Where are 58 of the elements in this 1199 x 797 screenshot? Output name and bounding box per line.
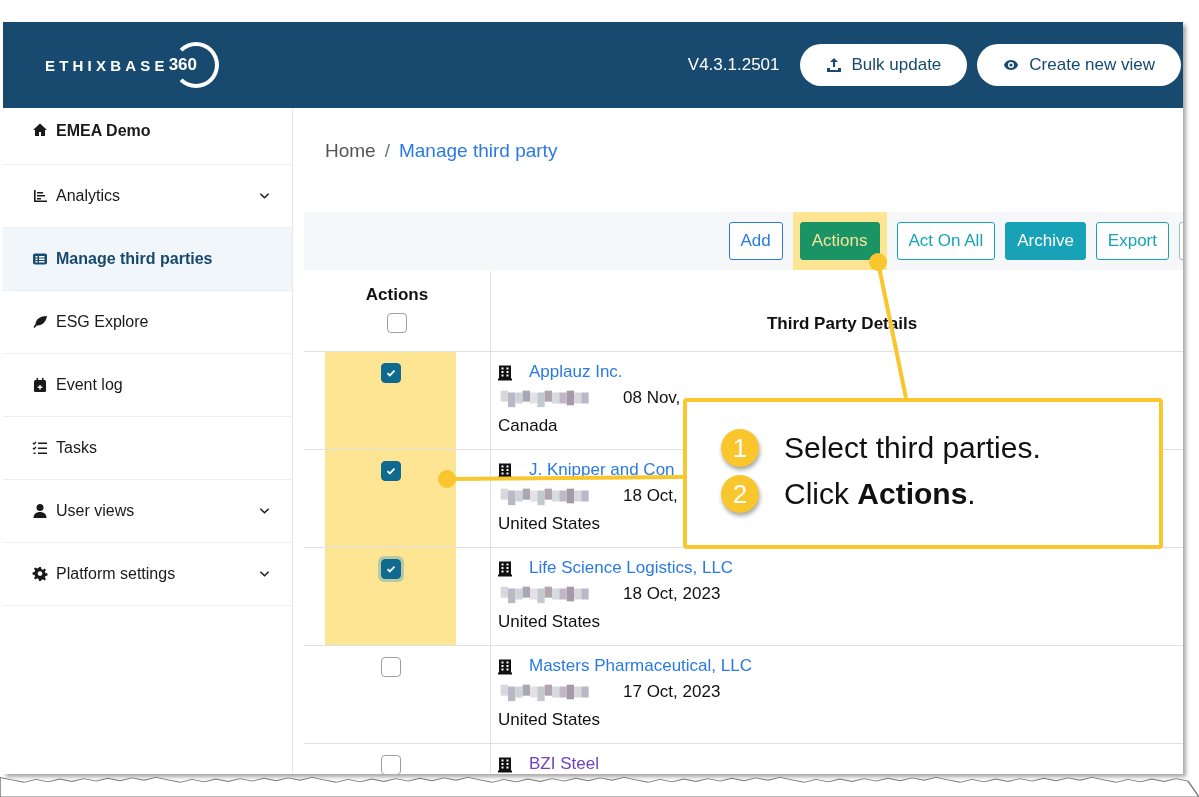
header-button[interactable]: Create new view: [977, 44, 1181, 86]
checklist-icon: [32, 440, 48, 456]
step-text: Select third parties.: [784, 431, 1041, 465]
breadcrumb-separator: /: [384, 140, 390, 162]
third-party-link[interactable]: J. Knipper and Con: [529, 460, 675, 480]
eye-icon: [1003, 57, 1020, 73]
calendar-icon: [32, 377, 48, 393]
breadcrumb-link[interactable]: Home: [325, 140, 376, 162]
chevron-icon: [259, 507, 270, 515]
step-text: Click Actions.: [784, 477, 976, 511]
leaf-icon: [32, 314, 48, 330]
header-button[interactable]: Bulk update: [799, 44, 968, 86]
country-text: Canada: [498, 415, 559, 437]
date-text: 18 Oct,: [623, 486, 678, 506]
chevron-icon: [259, 192, 270, 200]
sidebar-item[interactable]: Event log: [3, 354, 292, 417]
sidebar-item[interactable]: Tasks: [3, 417, 292, 480]
user-icon: [32, 503, 48, 519]
logo: ETHIXBASE 360: [45, 40, 220, 90]
checkbox[interactable]: [380, 363, 401, 383]
third-party-link[interactable]: BZI Steel: [529, 754, 599, 774]
checkmark-icon: [384, 465, 397, 477]
building-icon: [498, 559, 512, 577]
date-text: 17 Oct, 2023: [623, 682, 721, 702]
toolbar-button[interactable]: Add: [728, 222, 783, 260]
checkbox[interactable]: [380, 461, 401, 481]
chart-icon: [32, 188, 48, 204]
home-icon: [32, 122, 48, 138]
third-party-link[interactable]: Applauz Inc.: [529, 362, 623, 382]
third-party-link[interactable]: Masters Pharmaceutical, LLC: [529, 656, 752, 676]
sidebar-item[interactable]: ESG Explore: [3, 291, 292, 354]
checkmark-icon: [384, 563, 397, 575]
sidebar-item[interactable]: EMEA Demo: [3, 108, 292, 165]
building-icon: [498, 657, 512, 675]
sidebar-item[interactable]: Platform settings: [3, 543, 292, 606]
step-number: 1: [721, 429, 759, 467]
sidebar-item[interactable]: User views: [3, 480, 292, 543]
date-text: 18 Oct, 2023: [623, 584, 721, 604]
step-number: 2: [721, 475, 759, 513]
date-text: 08 Nov,: [623, 388, 681, 408]
country-text: United States: [498, 513, 602, 535]
country-text: United States: [498, 611, 602, 633]
breadcrumb-current[interactable]: Manage third party: [398, 140, 558, 162]
list-icon: [32, 251, 48, 267]
third-party-link[interactable]: Life Science Logistics, LLC: [529, 558, 734, 578]
checkmark-icon: [384, 367, 397, 379]
settings-icon: [32, 566, 48, 582]
building-icon: [498, 461, 512, 479]
checkbox[interactable]: [380, 657, 401, 677]
column-header: Actions: [365, 285, 429, 305]
sidebar-item[interactable]: Manage third parties: [3, 228, 292, 291]
checkbox[interactable]: [380, 755, 401, 774]
chevron-icon: [259, 570, 270, 578]
country-text: United States: [498, 709, 602, 731]
building-icon: [498, 363, 512, 381]
checkbox[interactable]: [387, 313, 407, 333]
upload-icon: [825, 57, 842, 73]
version-label: V4.3.1.2501: [687, 55, 780, 75]
